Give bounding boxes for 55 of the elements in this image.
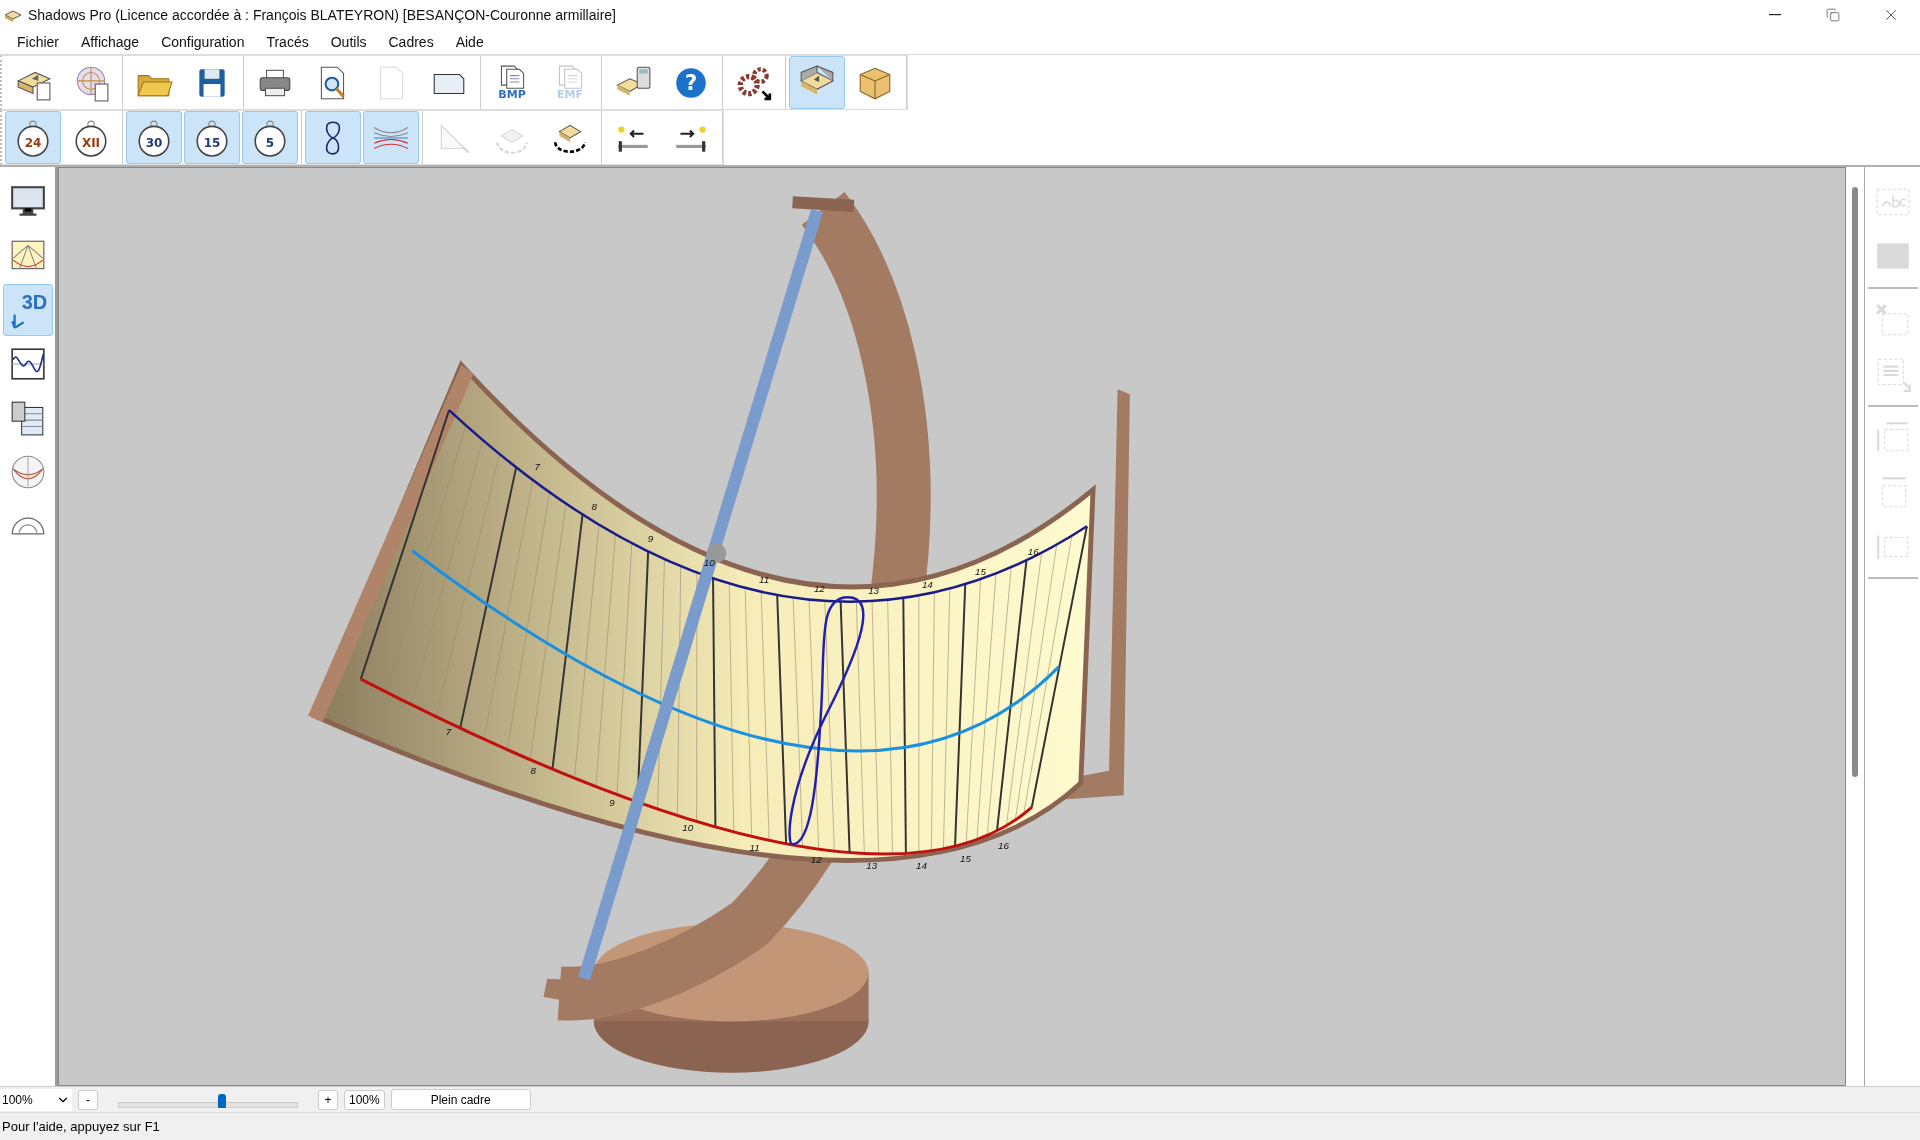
stopwatch-icon [72,118,110,157]
hour-label: 8 [591,500,597,512]
toolbar-button[interactable]: ? [663,56,719,109]
menu-item[interactable]: Cadres [377,34,445,50]
stopwatch-icon [135,118,173,157]
hour-label: 16 [1027,545,1039,557]
zoom-in-button[interactable]: + [318,1089,338,1110]
hour-label: 13 [866,860,878,872]
hour-label: 8 [530,764,536,776]
view-button[interactable]: 3D [2,284,53,336]
hour-label: 12 [810,854,822,866]
menu-item[interactable]: Outils [319,34,378,50]
hour-label: 11 [749,841,760,853]
hour-label: 10 [682,822,694,834]
fit-button[interactable]: Plein cadre [390,1089,531,1110]
hour-label: 15 [975,566,986,578]
hour-label: 10 [703,556,715,568]
stopwatch-icon [14,118,52,157]
restore-icon [1826,8,1840,22]
axes-icon [9,311,26,329]
hour-label: 7 [445,725,452,737]
status-text: Pour l'aide, appuyez sur F1 [2,1119,160,1134]
toolbar-button[interactable]: 30 [126,111,182,164]
menu-item[interactable]: Fichier [6,34,70,50]
scrollbar-thumb[interactable] [1852,187,1858,777]
toolbar-button[interactable]: 15 [184,111,240,164]
hour-label: 13 [868,585,880,597]
menu-item[interactable]: Configuration [150,34,256,50]
zoom-out-button[interactable]: - [78,1089,98,1110]
stopwatch-icon [193,118,231,157]
toolbar-button[interactable] [305,111,361,164]
hour-label: 16 [998,839,1009,851]
menu-item[interactable]: Affichage [70,34,151,50]
wave-chart-icon [8,345,47,383]
hour-label: 11 [759,573,770,585]
menu-item[interactable]: Tracés [255,34,320,50]
zoom-value[interactable]: 100% [344,1089,385,1110]
zoom-dropdown[interactable]: 100% [0,1088,72,1111]
stopwatch-icon [251,118,289,157]
protractor-icon [10,517,45,535]
toolbar-button[interactable]: 24 [5,111,61,164]
minimize-icon [1769,14,1781,16]
slider-thumb[interactable] [218,1093,227,1108]
toolbar-button[interactable]: XII [63,111,119,164]
hour-label: 9 [647,532,654,544]
toolbar-button[interactable]: BMP [484,56,540,109]
menu-item[interactable]: Aide [444,34,495,50]
question-mark-icon: ? [684,69,698,95]
hour-label: 14 [916,859,927,871]
toolbar-button[interactable]: 5 [242,111,298,164]
hour-label: 7 [534,461,540,473]
window-title: Shadows Pro (Licence accordée à : François BLATEYRON) [BESANÇON-Couronne armillaire] [28,7,617,23]
hour-label: 14 [921,579,933,591]
hour-label: 9 [609,796,615,808]
hour-label: 15 [959,853,971,865]
